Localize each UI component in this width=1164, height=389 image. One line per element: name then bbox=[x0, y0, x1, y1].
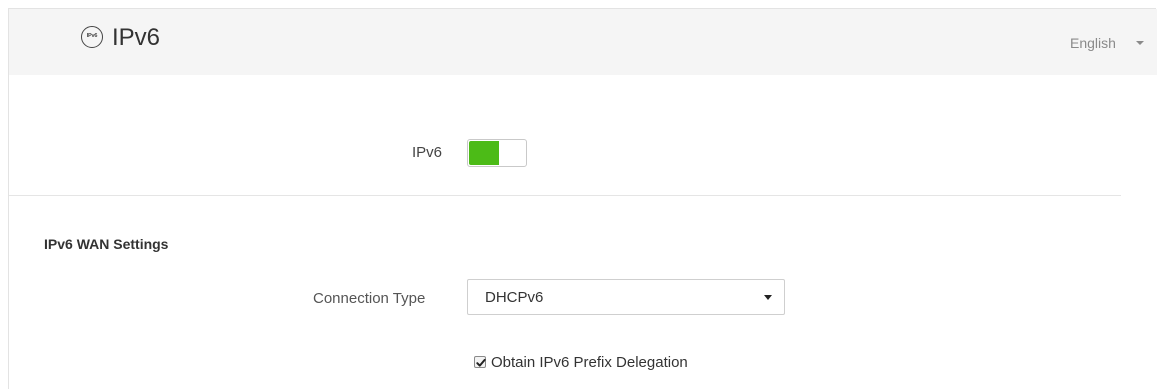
ipv6-toggle-label: IPv6 bbox=[412, 144, 443, 161]
checkmark-icon bbox=[476, 358, 486, 367]
ipv6-icon-text: IPv6 bbox=[86, 33, 98, 40]
page-header: IPv6 IPv6 English bbox=[9, 9, 1157, 75]
prefix-delegation-checkbox[interactable] bbox=[474, 356, 486, 368]
ipv6-toggle[interactable] bbox=[467, 139, 527, 167]
connection-type-select[interactable]: DHCPv6 bbox=[467, 279, 785, 315]
chevron-down-icon[interactable] bbox=[1136, 41, 1144, 45]
page-title: IPv6 bbox=[112, 24, 161, 51]
section-divider bbox=[9, 195, 1121, 196]
connection-type-label: Connection Type bbox=[313, 290, 426, 307]
language-selector[interactable]: English bbox=[1070, 35, 1116, 51]
connection-type-value: DHCPv6 bbox=[485, 289, 544, 306]
ipv6-settings-panel: IPv6 IPv6 English IPv6 IPv6 WAN Settings… bbox=[8, 8, 1157, 389]
ipv6-icon: IPv6 bbox=[81, 26, 103, 48]
dropdown-arrow-icon bbox=[764, 295, 772, 300]
toggle-on-indicator bbox=[469, 141, 499, 165]
prefix-delegation-label[interactable]: Obtain IPv6 Prefix Delegation bbox=[491, 354, 688, 372]
wan-settings-heading: IPv6 WAN Settings bbox=[44, 236, 169, 252]
